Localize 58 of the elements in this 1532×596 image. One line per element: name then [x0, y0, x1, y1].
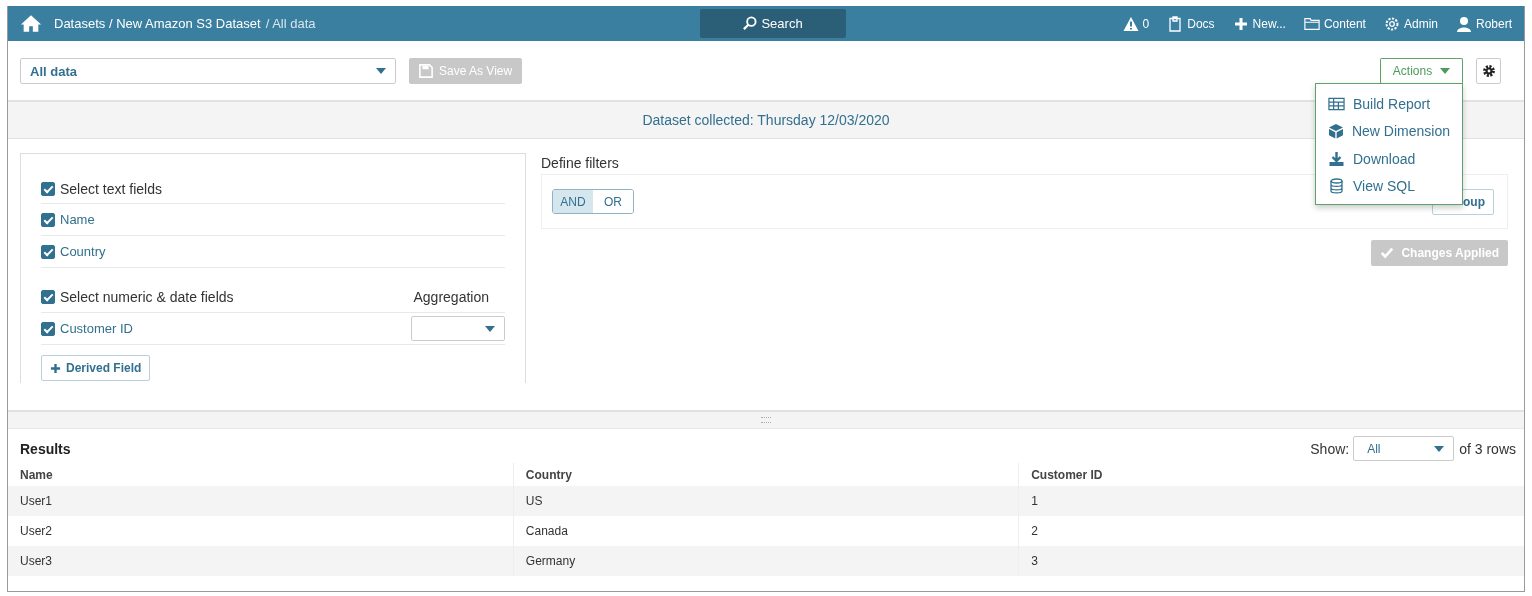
breadcrumb-link[interactable]: Datasets / New Amazon S3 Dataset	[54, 16, 261, 31]
field-label[interactable]: Customer ID	[60, 321, 133, 336]
rows-select[interactable]: All	[1353, 436, 1455, 461]
checkbox[interactable]	[41, 181, 55, 196]
clipboard-icon	[1167, 15, 1184, 32]
table-cell: User3	[8, 546, 514, 576]
checkbox[interactable]	[41, 244, 55, 259]
table-cell: 1	[1018, 486, 1524, 516]
menu-item[interactable]: New Dimension	[1316, 117, 1462, 145]
cube-icon	[1328, 123, 1344, 140]
filters-title: Define filters	[541, 155, 619, 171]
aggregation-label: Aggregation	[413, 289, 489, 305]
table-cell: 3	[1018, 546, 1524, 576]
folder-icon	[1303, 15, 1320, 32]
docs-nav-link[interactable]: Docs	[1167, 15, 1215, 32]
table-cell: Germany	[513, 546, 1019, 576]
checkbox[interactable]	[41, 290, 55, 304]
search-icon	[742, 16, 758, 31]
results-title: Results	[20, 440, 71, 457]
user-nav-link[interactable]: Robert	[1455, 15, 1512, 32]
database-icon	[1328, 178, 1345, 195]
checkbox[interactable]	[41, 321, 55, 336]
download-icon	[1328, 150, 1345, 167]
logic-toggle[interactable]: AND	[553, 190, 593, 213]
table-cell: User2	[8, 516, 514, 546]
home-icon[interactable]	[20, 14, 42, 33]
table-icon	[1328, 95, 1345, 112]
checkmark-icon	[1380, 246, 1395, 260]
admin-nav-link[interactable]: Admin	[1383, 15, 1438, 32]
settings-icon	[1481, 64, 1496, 78]
plus-icon	[50, 362, 61, 374]
menu-item[interactable]: Download	[1316, 145, 1462, 173]
actions-button[interactable]: Actions	[1380, 58, 1463, 84]
checkbox[interactable]	[41, 212, 55, 227]
table-cell: User1	[8, 486, 514, 516]
splitter-handle[interactable]	[8, 410, 1524, 429]
view-select[interactable]: All data	[20, 58, 396, 84]
plus-icon	[1232, 15, 1249, 32]
menu-item[interactable]: Build Report	[1316, 90, 1462, 118]
settings-button[interactable]	[1476, 58, 1501, 84]
group-label: Select numeric & date fields	[60, 289, 234, 305]
derived-field-button[interactable]: Derived Field	[41, 355, 151, 381]
warning-icon	[1122, 15, 1139, 32]
search-button[interactable]: Search	[699, 9, 846, 38]
show-label: Show:	[1310, 440, 1350, 457]
column-header[interactable]: Name	[8, 463, 514, 486]
field-label[interactable]: Country	[60, 244, 106, 259]
alert-nav-link[interactable]: 0	[1122, 15, 1150, 32]
user-icon	[1455, 15, 1472, 32]
content-nav-link[interactable]: Content	[1303, 15, 1366, 32]
group-label: Select text fields	[60, 180, 162, 197]
table-cell: US	[513, 486, 1019, 516]
breadcrumb-link[interactable]: / All data	[265, 16, 316, 31]
dataset-collected-text: Dataset collected: Thursday 12/03/2020	[642, 112, 890, 128]
gear-icon	[1383, 15, 1400, 32]
row-count: of 3 rows	[1459, 440, 1516, 457]
field-label[interactable]: Name	[60, 212, 95, 227]
new-nav-link[interactable]: New...	[1232, 15, 1286, 32]
